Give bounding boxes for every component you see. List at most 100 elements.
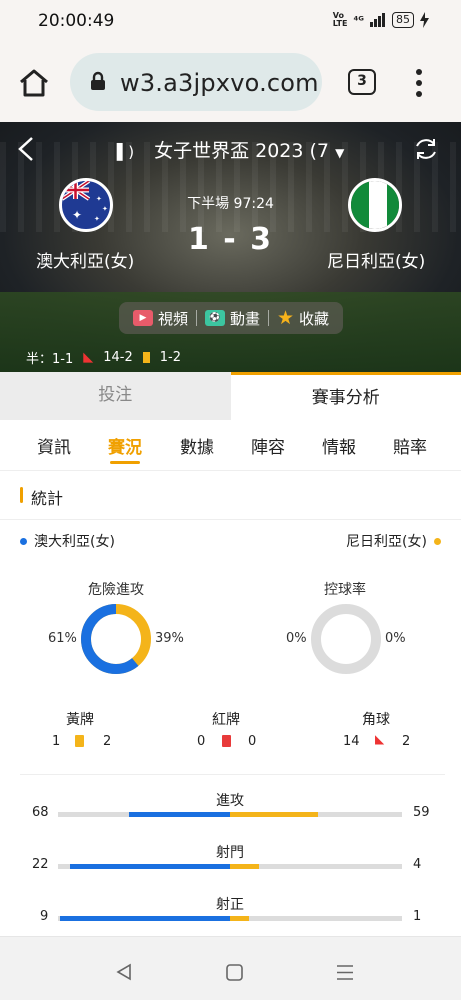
animation-label: 動畫 bbox=[229, 309, 260, 328]
possession-donut bbox=[311, 604, 381, 674]
danger-attack-home: 61% bbox=[48, 631, 77, 646]
tab-live[interactable]: 賽況 bbox=[108, 433, 142, 458]
divider bbox=[20, 774, 445, 775]
yellow-card-label: 黃牌 bbox=[66, 712, 94, 728]
stat-bar-home-value: 22 bbox=[32, 857, 49, 872]
favorite-label: 收藏 bbox=[299, 309, 330, 328]
divider bbox=[195, 310, 197, 326]
star-icon: ★ bbox=[276, 307, 295, 329]
stat-bar-home-fill bbox=[70, 864, 230, 869]
back-icon[interactable] bbox=[115, 963, 133, 981]
match-header: ▌) 女子世界盃 2023 (7 ▼ ✦ ✦ ✦ ✦ ✦ 澳大利亞(女) 尼日利亞… bbox=[0, 122, 461, 372]
corner-home: 14 bbox=[343, 734, 360, 749]
section-tabs: 投注 賽事分析 bbox=[0, 372, 461, 420]
favorite-button[interactable]: ★ 收藏 bbox=[277, 307, 329, 329]
tab-info[interactable]: 資訊 bbox=[37, 433, 71, 458]
status-bar: 20:00:49 Vo LTE ⁴ᴳ 85 bbox=[0, 0, 461, 44]
tab-intel[interactable]: 情報 bbox=[322, 433, 356, 458]
stat-bar-away-fill bbox=[230, 864, 259, 869]
match-score: 1 - 3 bbox=[187, 222, 274, 257]
match-period: 下半場 97:24 bbox=[187, 196, 274, 212]
stats-title: 統計 bbox=[31, 489, 64, 508]
stat-bar-label: 射門 bbox=[216, 845, 244, 861]
possession-label: 控球率 bbox=[324, 582, 366, 598]
video-label: 視頻 bbox=[157, 309, 188, 328]
tab-data[interactable]: 數據 bbox=[180, 433, 214, 458]
red-card-icon bbox=[222, 735, 231, 747]
refresh-icon[interactable] bbox=[413, 136, 439, 162]
battery-icon: 85 bbox=[392, 12, 414, 28]
stat-bar-away-fill bbox=[230, 812, 318, 817]
charging-icon bbox=[420, 12, 429, 28]
possession-away: 0% bbox=[385, 631, 406, 646]
card-count: 1-2 bbox=[159, 350, 181, 365]
signal-bars-icon bbox=[370, 13, 385, 27]
animation-icon: ⚽ bbox=[204, 310, 225, 326]
video-icon: ▶ bbox=[132, 310, 153, 326]
red-home: 0 bbox=[197, 734, 206, 749]
possession-home: 0% bbox=[286, 631, 307, 646]
corner-label: 角球 bbox=[362, 712, 390, 728]
tab-analysis[interactable]: 賽事分析 bbox=[230, 372, 461, 420]
half-time-score: 半：1-1 bbox=[26, 352, 74, 367]
stat-bar-home-fill bbox=[129, 812, 230, 817]
stat-bar-away-fill bbox=[230, 916, 249, 921]
tab-betting[interactable]: 投注 bbox=[0, 372, 231, 420]
corner-count: 14-2 bbox=[103, 350, 133, 365]
browser-toolbar: w3.a3jpxvo.com 3 bbox=[0, 44, 461, 122]
stat-bar-home-fill bbox=[60, 916, 230, 921]
match-summary: 半：1-1 ◣ 14-2 1-2 bbox=[26, 348, 181, 367]
recents-menu-icon[interactable] bbox=[336, 964, 354, 981]
home-dot-icon bbox=[20, 538, 27, 545]
more-menu-icon[interactable] bbox=[414, 68, 424, 98]
stats-panel: 統計 澳大利亞(女) 尼日利亞(女) 危險進攻 61% 39% 控球率 0% 0… bbox=[0, 470, 461, 936]
stats-header: 統計 bbox=[0, 470, 461, 520]
danger-attack-label: 危險進攻 bbox=[88, 582, 144, 598]
url-bar[interactable]: w3.a3jpxvo.com bbox=[70, 53, 322, 111]
corner-flag-icon: ◣ bbox=[83, 350, 94, 365]
status-time: 20:00:49 bbox=[38, 11, 115, 31]
url-text: w3.a3jpxvo.com bbox=[120, 69, 319, 97]
yellow-home: 1 bbox=[52, 734, 61, 749]
stat-bar-home-value: 68 bbox=[32, 805, 49, 820]
stat-bar-away-value: 59 bbox=[413, 805, 430, 820]
away-dot-icon bbox=[434, 538, 441, 545]
tab-odds[interactable]: 賠率 bbox=[393, 433, 427, 458]
system-nav-bar bbox=[0, 936, 461, 1000]
tab-switcher-button[interactable]: 3 bbox=[348, 69, 376, 95]
stat-bar-away-value: 4 bbox=[413, 857, 422, 872]
dropdown-icon: ▼ bbox=[335, 146, 345, 160]
status-icons: Vo LTE ⁴ᴳ 85 bbox=[333, 12, 429, 28]
sub-tabs: 資訊 賽況 數據 陣容 情報 賠率 bbox=[0, 420, 461, 470]
animation-button[interactable]: ⚽ 動畫 bbox=[204, 308, 260, 329]
danger-attack-away: 39% bbox=[155, 631, 184, 646]
home-square-icon[interactable] bbox=[226, 964, 243, 981]
stat-bar-home-value: 9 bbox=[40, 909, 49, 924]
stat-bar-away-value: 1 bbox=[413, 909, 422, 924]
corner-away: 2 bbox=[402, 734, 411, 749]
match-action-bar: ▶ 視頻 ⚽ 動畫 ★ 收藏 bbox=[119, 302, 343, 334]
lock-icon bbox=[91, 71, 105, 90]
stats-home-label: 澳大利亞(女) bbox=[34, 534, 115, 550]
stat-bar-label: 進攻 bbox=[216, 793, 244, 809]
league-icon: ▌) bbox=[116, 143, 135, 161]
yellow-away: 2 bbox=[103, 734, 112, 749]
divider bbox=[267, 310, 269, 326]
red-card-label: 紅牌 bbox=[212, 712, 240, 728]
league-title: 女子世界盃 2023 (7 bbox=[154, 140, 330, 162]
active-tab-indicator bbox=[110, 461, 140, 464]
red-away: 0 bbox=[248, 734, 257, 749]
corner-flag-icon: ◣ bbox=[375, 732, 385, 746]
stat-bar-label: 射正 bbox=[216, 897, 244, 913]
home-icon[interactable] bbox=[18, 68, 50, 98]
section-marker bbox=[20, 487, 23, 503]
yellow-card-icon bbox=[75, 735, 84, 747]
yellow-card-icon bbox=[142, 352, 150, 363]
signal-icon: ⁴ᴳ bbox=[353, 13, 364, 27]
stats-away-label: 尼日利亞(女) bbox=[346, 534, 427, 550]
video-button[interactable]: ▶ 視頻 bbox=[132, 308, 188, 329]
volte-icon: Vo LTE bbox=[332, 11, 348, 28]
danger-attack-donut bbox=[81, 604, 151, 674]
tab-lineup[interactable]: 陣容 bbox=[251, 433, 285, 458]
league-selector[interactable]: ▌) 女子世界盃 2023 (7 ▼ bbox=[0, 136, 461, 163]
